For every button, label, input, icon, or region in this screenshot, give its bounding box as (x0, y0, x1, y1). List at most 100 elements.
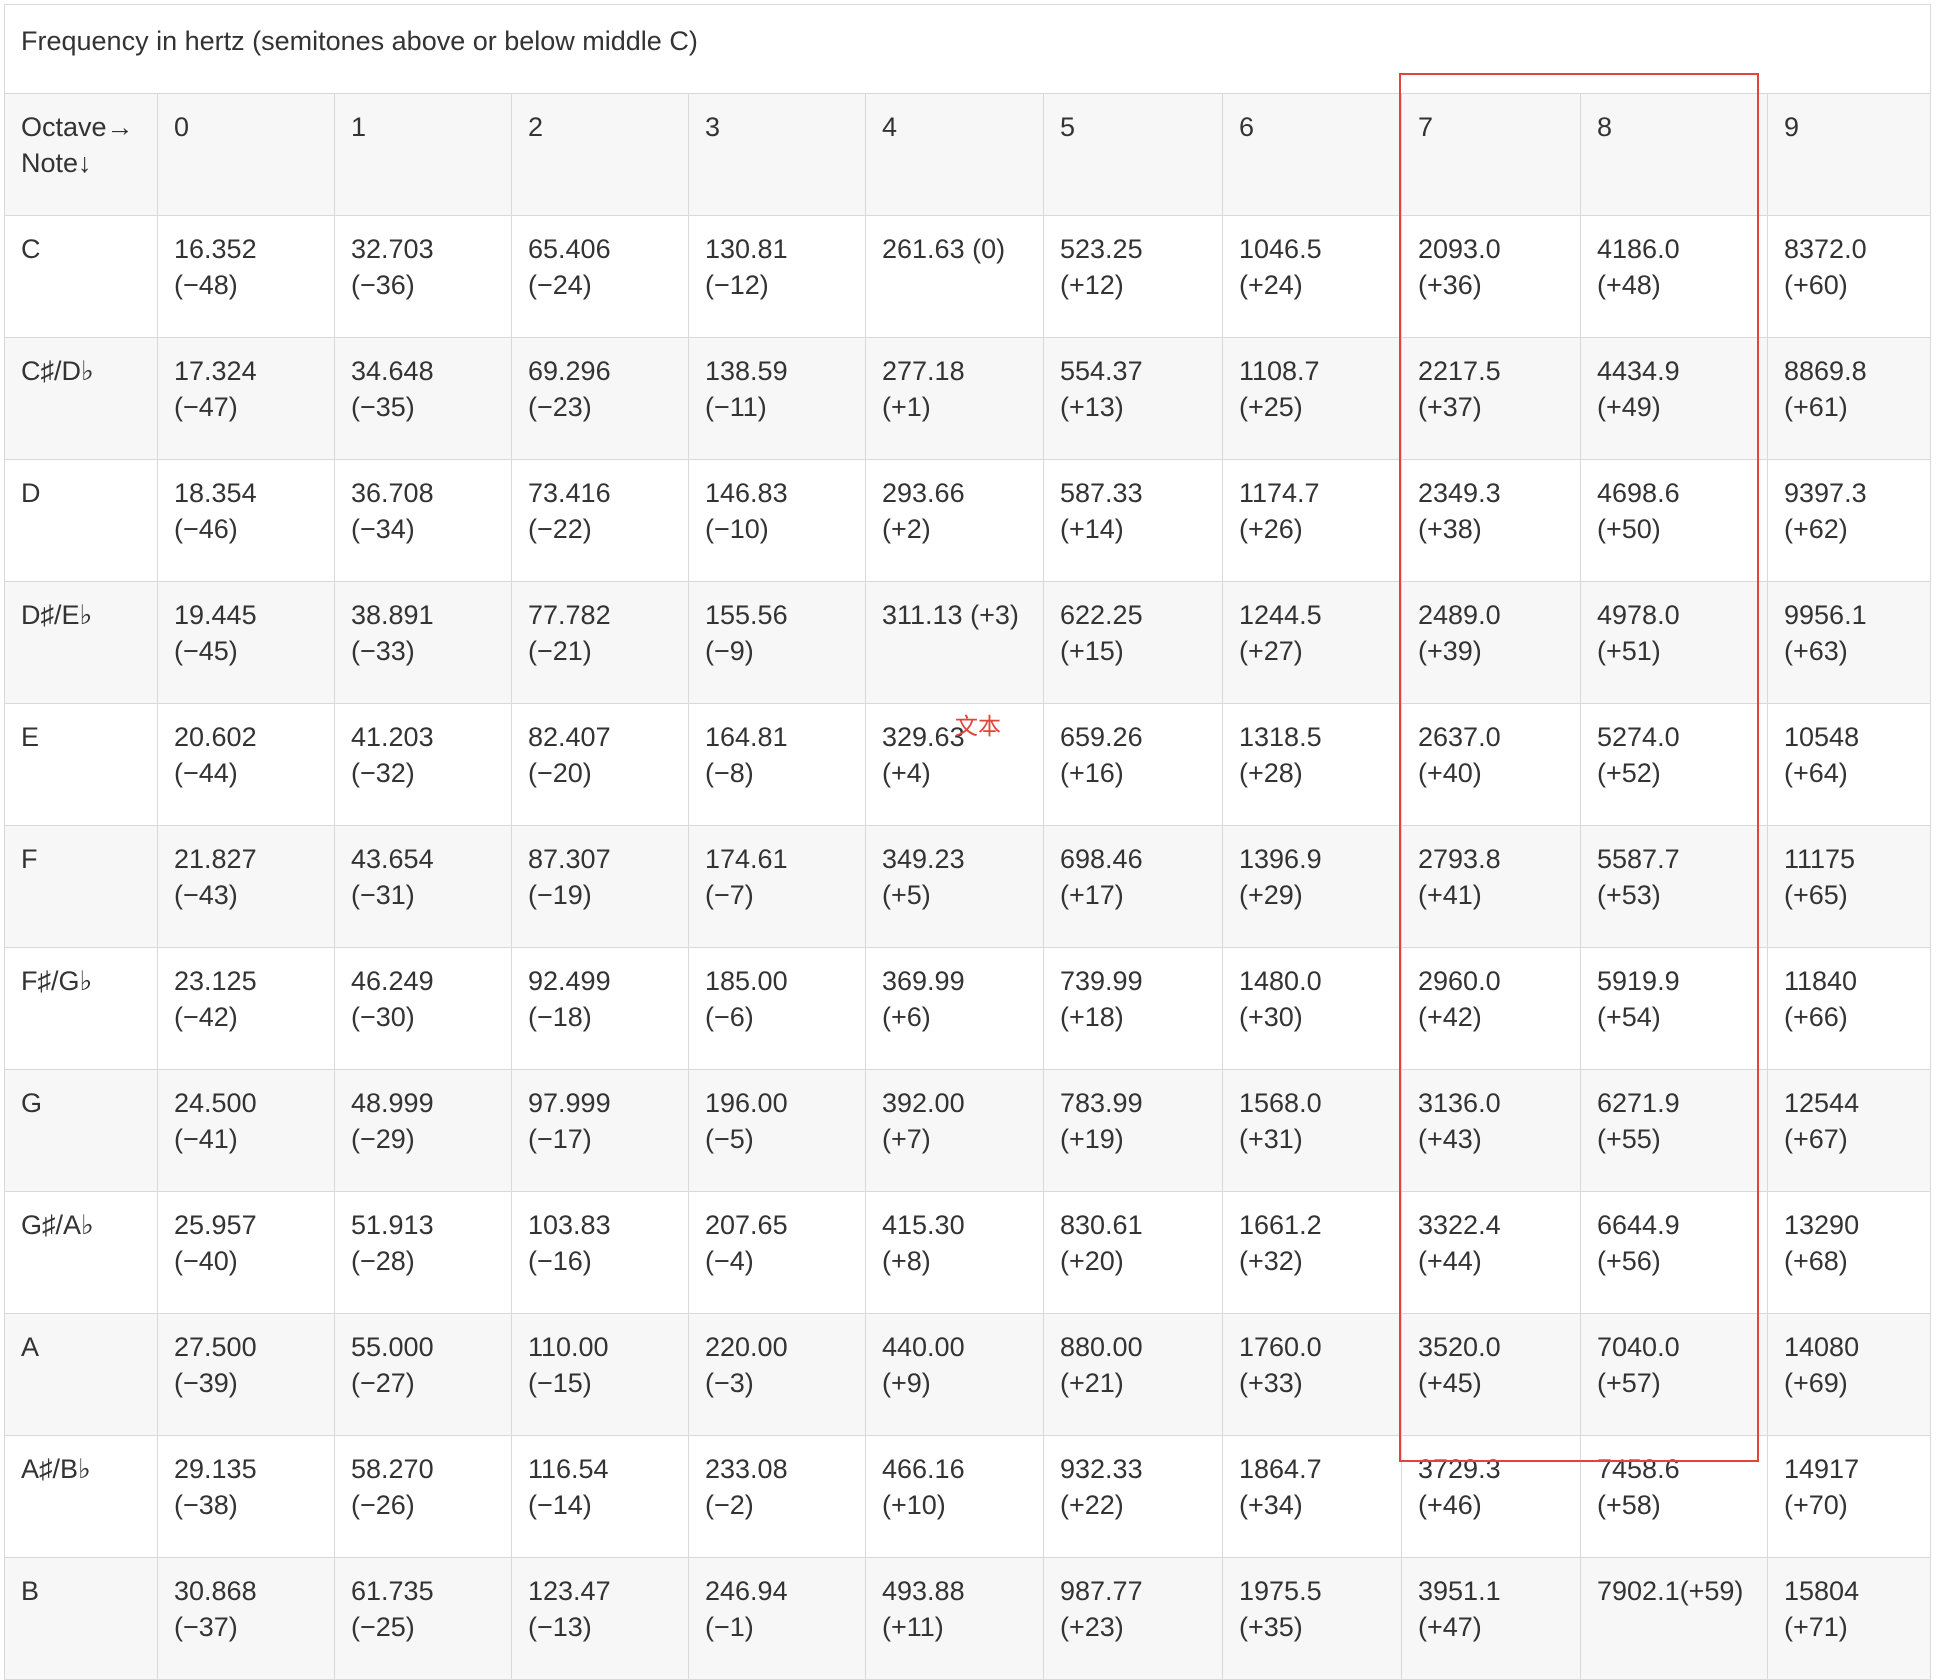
frequency-value: 61.735 (351, 1576, 434, 1606)
frequency-value: 7902.1(+59) (1597, 1576, 1744, 1606)
semitone-offset: (+31) (1239, 1124, 1303, 1154)
frequency-value: 164.81 (705, 722, 788, 752)
frequency-cell: 30.868 (−37) (157, 1557, 335, 1680)
frequency-cell: 1318.5 (+28) (1222, 703, 1402, 826)
frequency-cell: 4978.0 (+51) (1580, 581, 1768, 704)
frequency-cell: 24.500 (−41) (157, 1069, 335, 1192)
frequency-value: 110.00 (528, 1332, 609, 1362)
frequency-cell: 1396.9 (+29) (1222, 825, 1402, 948)
semitone-offset: (−21) (528, 636, 592, 666)
frequency-cell: 110.00 (−15) (511, 1313, 689, 1436)
semitone-offset: (+46) (1418, 1490, 1482, 1520)
frequency-value: 8372.0 (1784, 234, 1867, 264)
table-row: G♯/A♭ 25.957 (−40) 51.913 (−28) 103.83 (−16) 20… (4, 1191, 1932, 1314)
frequency-cell: 9956.1 (+63) (1766, 581, 1932, 704)
frequency-cell: 146.83 (−10) (688, 459, 866, 582)
frequency-value: 34.648 (351, 356, 434, 386)
annotation-label: 文本 (955, 713, 1001, 739)
frequency-cell: 587.33 (+14) (1043, 459, 1223, 582)
frequency-value: 196.00 (705, 1088, 788, 1118)
semitone-offset: (−9) (705, 636, 754, 666)
frequency-value: 58.270 (351, 1454, 434, 1484)
semitone-offset: (−28) (351, 1246, 415, 1276)
frequency-value: 3951.1 (1418, 1576, 1501, 1606)
frequency-cell: 493.88 (+11) (865, 1557, 1044, 1680)
semitone-offset: (−26) (351, 1490, 415, 1520)
frequency-value: 392.00 (882, 1088, 965, 1118)
frequency-cell: 196.00 (−5) (688, 1069, 866, 1192)
frequency-value: 783.99 (1060, 1088, 1143, 1118)
semitone-offset: (+68) (1784, 1246, 1848, 1276)
octave-header-0: 0 (157, 93, 335, 216)
frequency-value: 11840 (1784, 966, 1858, 996)
frequency-cell: 51.913 (−28) (334, 1191, 512, 1314)
frequency-cell: 1046.5 (+24) (1222, 215, 1402, 338)
frequency-cell: 4434.9 (+49) (1580, 337, 1768, 460)
corner-header-note: Note↓ (21, 148, 92, 178)
frequency-cell: 34.648 (−35) (334, 337, 512, 460)
frequency-cell: 293.66 (+2) (865, 459, 1044, 582)
octave-header-5: 5 (1043, 93, 1223, 216)
semitone-offset: (+51) (1597, 636, 1661, 666)
frequency-value: 87.307 (528, 844, 611, 874)
frequency-cell: 32.703 (−36) (334, 215, 512, 338)
semitone-offset: (+1) (882, 392, 931, 422)
semitone-offset: (−5) (705, 1124, 754, 1154)
frequency-cell: 8372.0 (+60) (1766, 215, 1932, 338)
frequency-value: 41.203 (351, 722, 434, 752)
frequency-cell: 58.270 (−26) (334, 1435, 512, 1558)
frequency-value: 4434.9 (1597, 356, 1680, 386)
semitone-offset: (−42) (174, 1002, 238, 1032)
semitone-offset: (−7) (705, 880, 754, 910)
semitone-offset: (−44) (174, 758, 238, 788)
frequency-value: 1108.7 (1239, 356, 1320, 386)
semitone-offset: (+9) (882, 1368, 931, 1398)
semitone-offset: (−33) (351, 636, 415, 666)
frequency-cell: 138.59 (−11) (688, 337, 866, 460)
frequency-value: 1661.2 (1239, 1210, 1322, 1240)
frequency-value: 36.708 (351, 478, 434, 508)
semitone-offset: (−48) (174, 270, 238, 300)
frequency-value: 8869.8 (1784, 356, 1867, 386)
semitone-offset: (+27) (1239, 636, 1303, 666)
frequency-cell: 1174.7 (+26) (1222, 459, 1402, 582)
note-label: C (4, 215, 158, 338)
frequency-cell: 311.13 (+3) (865, 581, 1044, 704)
frequency-value: 220.00 (705, 1332, 788, 1362)
frequency-cell: 48.999 (−29) (334, 1069, 512, 1192)
semitone-offset: (+10) (882, 1490, 946, 1520)
octave-header-1: 1 (334, 93, 512, 216)
frequency-value: 14080 (1784, 1332, 1860, 1362)
frequency-cell: 5274.0 (+52) (1580, 703, 1768, 826)
frequency-cell: 246.94 (−1) (688, 1557, 866, 1680)
frequency-value: 5274.0 (1597, 722, 1680, 752)
frequency-value: 82.407 (528, 722, 611, 752)
semitone-offset: (−38) (174, 1490, 238, 1520)
semitone-offset: (−22) (528, 514, 592, 544)
frequency-cell: 220.00 (−3) (688, 1313, 866, 1436)
semitone-offset: (+71) (1784, 1612, 1848, 1642)
frequency-value: 97.999 (528, 1088, 611, 1118)
frequency-value: 466.16 (882, 1454, 965, 1484)
note-label: D♯/E♭ (4, 581, 158, 704)
frequency-cell: 4698.6 (+50) (1580, 459, 1768, 582)
frequency-value: 65.406 (528, 234, 611, 264)
frequency-cell: 783.99 (+19) (1043, 1069, 1223, 1192)
semitone-offset: (+6) (882, 1002, 931, 1032)
frequency-value: 2217.5 (1418, 356, 1501, 386)
frequency-value: 4186.0 (1597, 234, 1680, 264)
octave-header-6: 6 (1222, 93, 1402, 216)
note-label: F (4, 825, 158, 948)
semitone-offset: (−4) (705, 1246, 754, 1276)
frequency-value: 293.66 (882, 478, 965, 508)
frequency-value: 6271.9 (1597, 1088, 1680, 1118)
frequency-cell: 11175 (+65) (1766, 825, 1932, 948)
frequency-cell: 2217.5 (+37) (1401, 337, 1581, 460)
frequency-table: Frequency in hertz (semitones above or b… (3, 4, 1932, 1680)
semitone-offset: (−1) (705, 1612, 754, 1642)
frequency-value: 415.30 (882, 1210, 965, 1240)
semitone-offset: (+7) (882, 1124, 931, 1154)
frequency-cell: 1480.0 (+30) (1222, 947, 1402, 1070)
semitone-offset: (+63) (1784, 636, 1848, 666)
frequency-cell: 10548 (+64) (1766, 703, 1932, 826)
